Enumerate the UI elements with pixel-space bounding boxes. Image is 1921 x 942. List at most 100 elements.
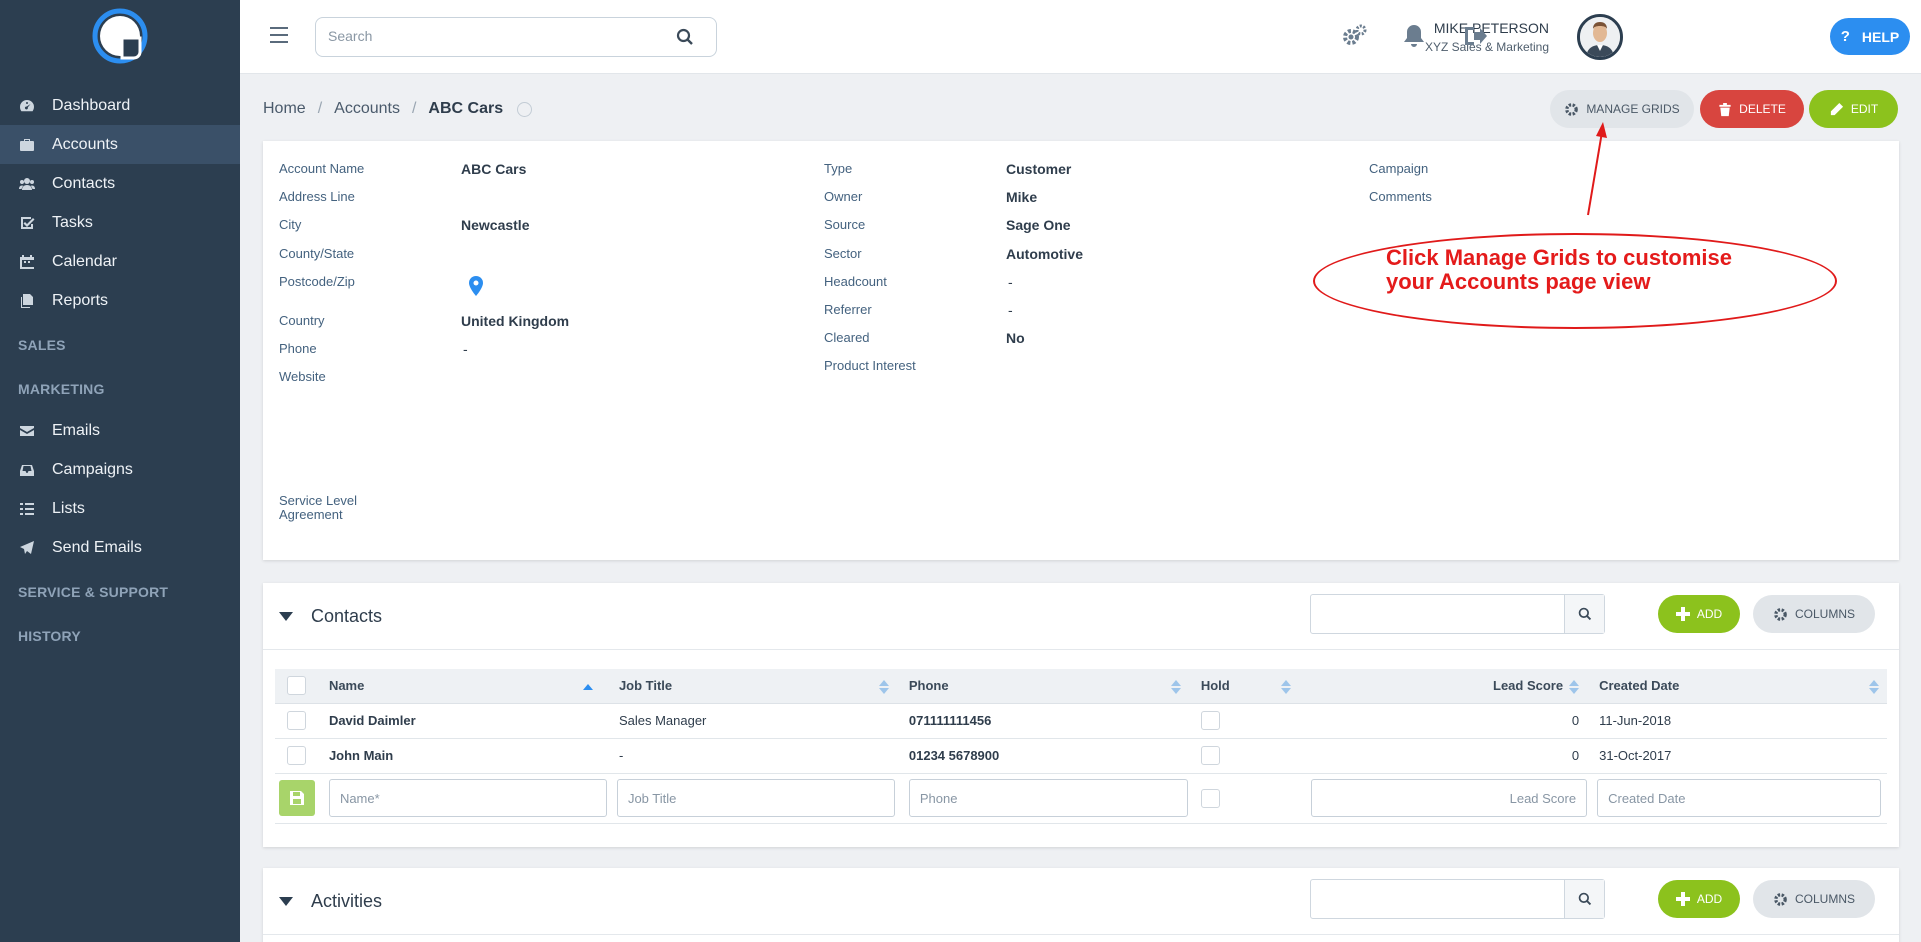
- global-search: [315, 17, 717, 57]
- sidebar-item-send-emails[interactable]: Send Emails: [0, 528, 240, 567]
- cell-name[interactable]: John Main: [316, 738, 607, 774]
- row-checkbox[interactable]: [287, 711, 306, 730]
- new-created-date-input[interactable]: Created Date: [1597, 779, 1882, 817]
- hold-checkbox[interactable]: [1200, 711, 1220, 730]
- cell-phone[interactable]: 01234 5678900: [896, 738, 1189, 774]
- row-checkbox[interactable]: [287, 746, 306, 765]
- activities-search[interactable]: [1310, 879, 1605, 919]
- save-row-button[interactable]: [279, 780, 315, 816]
- breadcrumb-home[interactable]: Home: [263, 100, 306, 118]
- cell-lead-score: 0: [1299, 738, 1588, 774]
- sidebar-item-contacts[interactable]: Contacts: [0, 164, 240, 203]
- activities-header[interactable]: Activities: [279, 891, 382, 912]
- cell-job-title: -: [606, 738, 897, 774]
- activities-panel: Activities ADD COLUMNS: [263, 868, 1899, 942]
- table-row[interactable]: David Daimler Sales Manager 071111111456…: [275, 703, 1887, 739]
- sidebar-item-accounts[interactable]: Accounts: [0, 125, 240, 164]
- section-sales[interactable]: SALES: [0, 323, 240, 367]
- collapse-caret-icon[interactable]: [279, 897, 293, 906]
- column-header-created-date[interactable]: Created Date: [1587, 669, 1887, 704]
- cell-phone[interactable]: 071111111456: [896, 703, 1189, 739]
- account-details-panel: Account Name ABC Cars Address Line City …: [263, 141, 1899, 560]
- logout-icon[interactable]: [1461, 22, 1489, 50]
- contacts-search[interactable]: [1310, 594, 1605, 634]
- sidebar-item-campaigns[interactable]: Campaigns: [0, 450, 240, 489]
- section-history[interactable]: HISTORY: [0, 614, 240, 658]
- select-all-checkbox[interactable]: [287, 676, 306, 696]
- search-icon[interactable]: [1564, 880, 1604, 918]
- sort-icon[interactable]: [1869, 680, 1879, 694]
- add-activity-button[interactable]: ADD: [1658, 880, 1740, 918]
- clock-icon[interactable]: [517, 101, 533, 117]
- columns-button[interactable]: COLUMNS: [1753, 595, 1875, 633]
- list-icon: [18, 500, 36, 518]
- sort-asc-icon[interactable]: [582, 680, 593, 694]
- column-header-name[interactable]: Name: [316, 669, 607, 704]
- field-value: Automotive: [1006, 246, 1083, 262]
- menu-toggle-icon[interactable]: [270, 27, 288, 43]
- sort-icon[interactable]: [1170, 680, 1181, 694]
- inbox-icon: [18, 461, 36, 479]
- sidebar-item-emails[interactable]: Emails: [0, 411, 240, 450]
- new-hold-checkbox[interactable]: [1200, 788, 1220, 808]
- gear-icon: [1774, 607, 1787, 621]
- settings-icon[interactable]: [1340, 22, 1368, 50]
- sort-icon[interactable]: [1569, 680, 1580, 694]
- floppy-disk-icon: [290, 791, 304, 805]
- field-label: Sector: [824, 246, 862, 261]
- cell-name[interactable]: David Daimler: [316, 703, 607, 739]
- collapse-caret-icon[interactable]: [279, 612, 293, 621]
- breadcrumb-accounts[interactable]: Accounts: [334, 100, 400, 118]
- sidebar-item-lists[interactable]: Lists: [0, 489, 240, 528]
- field-label: City: [279, 217, 302, 232]
- field-value: -: [1008, 302, 1013, 318]
- field-label: Referrer: [824, 302, 872, 317]
- map-pin-icon[interactable]: [469, 276, 483, 296]
- sidebar-item-reports[interactable]: Reports: [0, 281, 240, 320]
- edit-button[interactable]: EDIT: [1809, 90, 1898, 128]
- hold-checkbox[interactable]: [1200, 746, 1220, 765]
- new-lead-score-input[interactable]: Lead Score: [1311, 779, 1588, 817]
- section-marketing[interactable]: MARKETING: [0, 367, 240, 411]
- add-contact-button[interactable]: ADD: [1658, 595, 1740, 633]
- search-icon[interactable]: [676, 28, 694, 46]
- search-input[interactable]: [328, 18, 668, 54]
- manage-grids-button[interactable]: MANAGE GRIDS: [1550, 90, 1694, 128]
- column-header-lead-score[interactable]: Lead Score: [1299, 669, 1588, 704]
- columns-button[interactable]: COLUMNS: [1753, 880, 1875, 918]
- avatar[interactable]: [1577, 14, 1623, 60]
- new-name-input[interactable]: Name*: [328, 779, 607, 817]
- plus-icon: [1675, 607, 1690, 621]
- sidebar: Dashboard Accounts Contacts Tasks Calend…: [0, 0, 240, 942]
- sort-icon[interactable]: [1281, 680, 1292, 694]
- field-label: Postcode/Zip: [279, 274, 355, 289]
- search-icon[interactable]: [1564, 595, 1604, 633]
- bell-icon[interactable]: [1400, 22, 1428, 50]
- sort-icon[interactable]: [878, 680, 889, 694]
- sidebar-item-label: Reports: [52, 291, 109, 309]
- field-label: Owner: [824, 189, 863, 204]
- app-logo[interactable]: [92, 8, 148, 64]
- plus-icon: [1675, 892, 1690, 906]
- briefcase-icon: [18, 136, 36, 154]
- delete-button[interactable]: DELETE: [1700, 90, 1804, 128]
- new-job-title-input[interactable]: Job Title: [616, 779, 895, 817]
- panel-title: Contacts: [311, 606, 383, 626]
- field-label: Account Name: [279, 161, 365, 176]
- column-header-phone[interactable]: Phone: [896, 669, 1189, 704]
- contacts-header[interactable]: Contacts: [279, 606, 382, 627]
- field-label: Headcount: [824, 274, 887, 289]
- panel-title: Activities: [311, 891, 383, 911]
- column-header-hold[interactable]: Hold: [1188, 669, 1300, 704]
- sidebar-item-dashboard[interactable]: Dashboard: [0, 86, 240, 125]
- help-button[interactable]: ? HELP: [1830, 18, 1910, 55]
- users-icon: [18, 175, 36, 193]
- sidebar-item-calendar[interactable]: Calendar: [0, 242, 240, 281]
- field-label: Product Interest: [824, 358, 916, 373]
- field-label: Source: [824, 217, 866, 232]
- section-service-support[interactable]: SERVICE & SUPPORT: [0, 570, 240, 614]
- table-row[interactable]: John Main - 01234 5678900 0 31-Oct-2017: [275, 738, 1887, 774]
- new-phone-input[interactable]: Phone: [908, 779, 1188, 817]
- sidebar-item-tasks[interactable]: Tasks: [0, 203, 240, 242]
- column-header-job-title[interactable]: Job Title: [606, 669, 897, 704]
